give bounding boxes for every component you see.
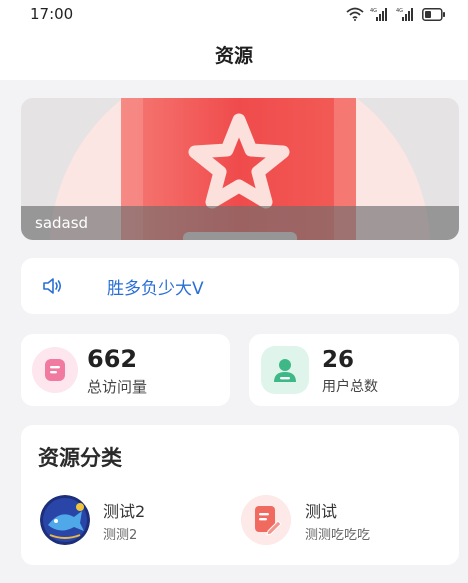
- wifi-icon: [346, 7, 364, 21]
- banner-carousel[interactable]: sadasd: [21, 98, 459, 240]
- document-icon: [32, 347, 78, 393]
- svg-text:4G: 4G: [396, 8, 403, 14]
- stat-label-visits: 总访问量: [87, 378, 148, 396]
- category-item[interactable]: 测试2 测测2: [40, 495, 240, 549]
- page-title: 资源: [214, 44, 253, 67]
- banner-caption-text: sadasd: [35, 214, 89, 232]
- battery-icon: [422, 7, 446, 21]
- category-item[interactable]: 测试 测测吃吃吃: [241, 495, 441, 549]
- stat-card-users: 26 用户总数: [249, 334, 459, 406]
- stat-value-visits: 662: [87, 345, 138, 373]
- category-item-name: 测试2: [103, 502, 146, 521]
- document-edit-icon: [241, 495, 291, 545]
- signal-4g-icon: 4G: [370, 7, 390, 21]
- banner-caption: sadasd: [21, 206, 459, 240]
- page-header: 资源: [0, 28, 468, 80]
- category-title: 资源分类: [38, 446, 122, 470]
- status-icons: 4G 4G: [346, 7, 446, 21]
- notice-text: 胜多负少大V: [107, 279, 204, 299]
- category-item-name: 测试: [305, 502, 338, 521]
- signal-4g-icon: 4G: [396, 7, 416, 21]
- fish-avatar-icon: [40, 495, 90, 545]
- user-icon: [261, 346, 309, 394]
- category-item-description: 测测吃吃吃: [305, 528, 371, 543]
- stat-value-users: 26: [322, 347, 355, 373]
- speaker-icon: [41, 276, 63, 300]
- notice-bar[interactable]: 胜多负少大V: [21, 258, 459, 314]
- svg-text:4G: 4G: [370, 8, 377, 14]
- stat-label-users: 用户总数: [322, 379, 378, 395]
- status-time: 17:00: [30, 5, 74, 23]
- category-panel: 资源分类 测试2 测测2 测试 测测吃吃吃: [21, 425, 459, 565]
- status-bar: 17:00 4G 4G: [0, 0, 468, 28]
- stat-card-visits: 662 总访问量: [21, 334, 230, 406]
- category-item-description: 测测2: [103, 528, 138, 543]
